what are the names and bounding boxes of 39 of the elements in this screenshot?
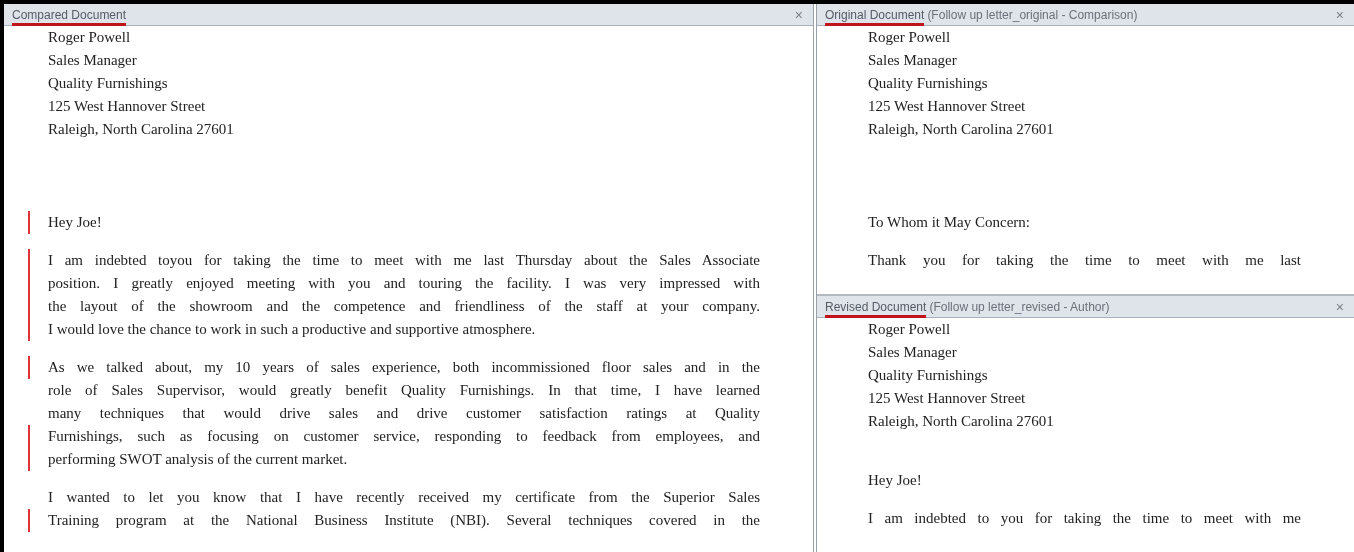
address-line: Raleigh, North Carolina 27601 <box>48 120 234 139</box>
close-button[interactable]: × <box>1333 7 1346 22</box>
close-button[interactable]: × <box>792 7 805 22</box>
document-text-line: performing SWOT analysis of the current market. <box>48 450 348 469</box>
document-text-line: Furnishings, such as focusing on customer service, responding to feedback from employees, and <box>48 427 760 446</box>
document-text-line: role of Sales Supervisor, would greatly benefit Quality Furnishings. In that time, I have learned <box>48 381 760 400</box>
document-text-line: I am indebted to you for taking the time to meet with me <box>868 509 1301 528</box>
address-line: Roger Powell <box>868 320 951 339</box>
address-line: Quality Furnishings <box>48 74 168 93</box>
document-text-line: To Whom it May Concern: <box>868 213 1030 232</box>
pane-title: Original Document <box>825 6 925 26</box>
document-text-line: the layout of the showroom and the competence and friendliness of the staff at your company. <box>48 297 760 316</box>
address-line: Quality Furnishings <box>868 74 988 93</box>
address-line: 125 West Hannover Street <box>868 389 1026 408</box>
document-text-line: As we talked about, my 10 years of sales experience, both incommissioned floor sales and in the <box>48 358 760 377</box>
document-text-line: I wanted to let you know that I have recently received my certificate from the Superior Sales <box>48 488 760 507</box>
close-button[interactable]: × <box>1333 299 1346 314</box>
address-line: Raleigh, North Carolina 27601 <box>868 412 1054 431</box>
pane-subtitle: (Follow up letter_revised - Author) <box>929 298 1110 316</box>
pane-title: Compared Document <box>12 6 127 26</box>
address-line: Sales Manager <box>868 51 957 70</box>
pane-title: Revised Document <box>825 298 927 318</box>
document-text-line: many techniques that would drive sales and drive customer satisfaction ratings at Quality <box>48 404 760 423</box>
document-text-line: I am indebted toyou for taking the time to meet with me last Thursday about the Sales Associate <box>48 251 760 270</box>
document-text-line: Thank you for taking the time to meet with me last <box>868 251 1301 270</box>
address-line: Quality Furnishings <box>868 366 988 385</box>
address-line: Raleigh, North Carolina 27601 <box>868 120 1054 139</box>
address-line: Sales Manager <box>48 51 137 70</box>
address-line: Sales Manager <box>868 343 957 362</box>
address-line: Roger Powell <box>868 28 951 47</box>
document-text-line: Hey Joe! <box>868 471 922 490</box>
document-text-line: position. I greatly enjoyed meeting with you and touring the facility. I was very impressed with <box>48 274 760 293</box>
document-text-line: Hey Joe! <box>48 213 102 232</box>
address-line: 125 West Hannover Street <box>48 97 206 116</box>
pane-subtitle: (Follow up letter_original - Comparison) <box>927 6 1138 24</box>
address-line: Roger Powell <box>48 28 131 47</box>
document-text-line: I would love the chance to work in such a productive and supportive atmosphere. <box>48 320 536 339</box>
document-text-line: Training program at the National Business Institute (NBI). Several techniques covered in the <box>48 511 760 530</box>
address-line: 125 West Hannover Street <box>868 97 1026 116</box>
